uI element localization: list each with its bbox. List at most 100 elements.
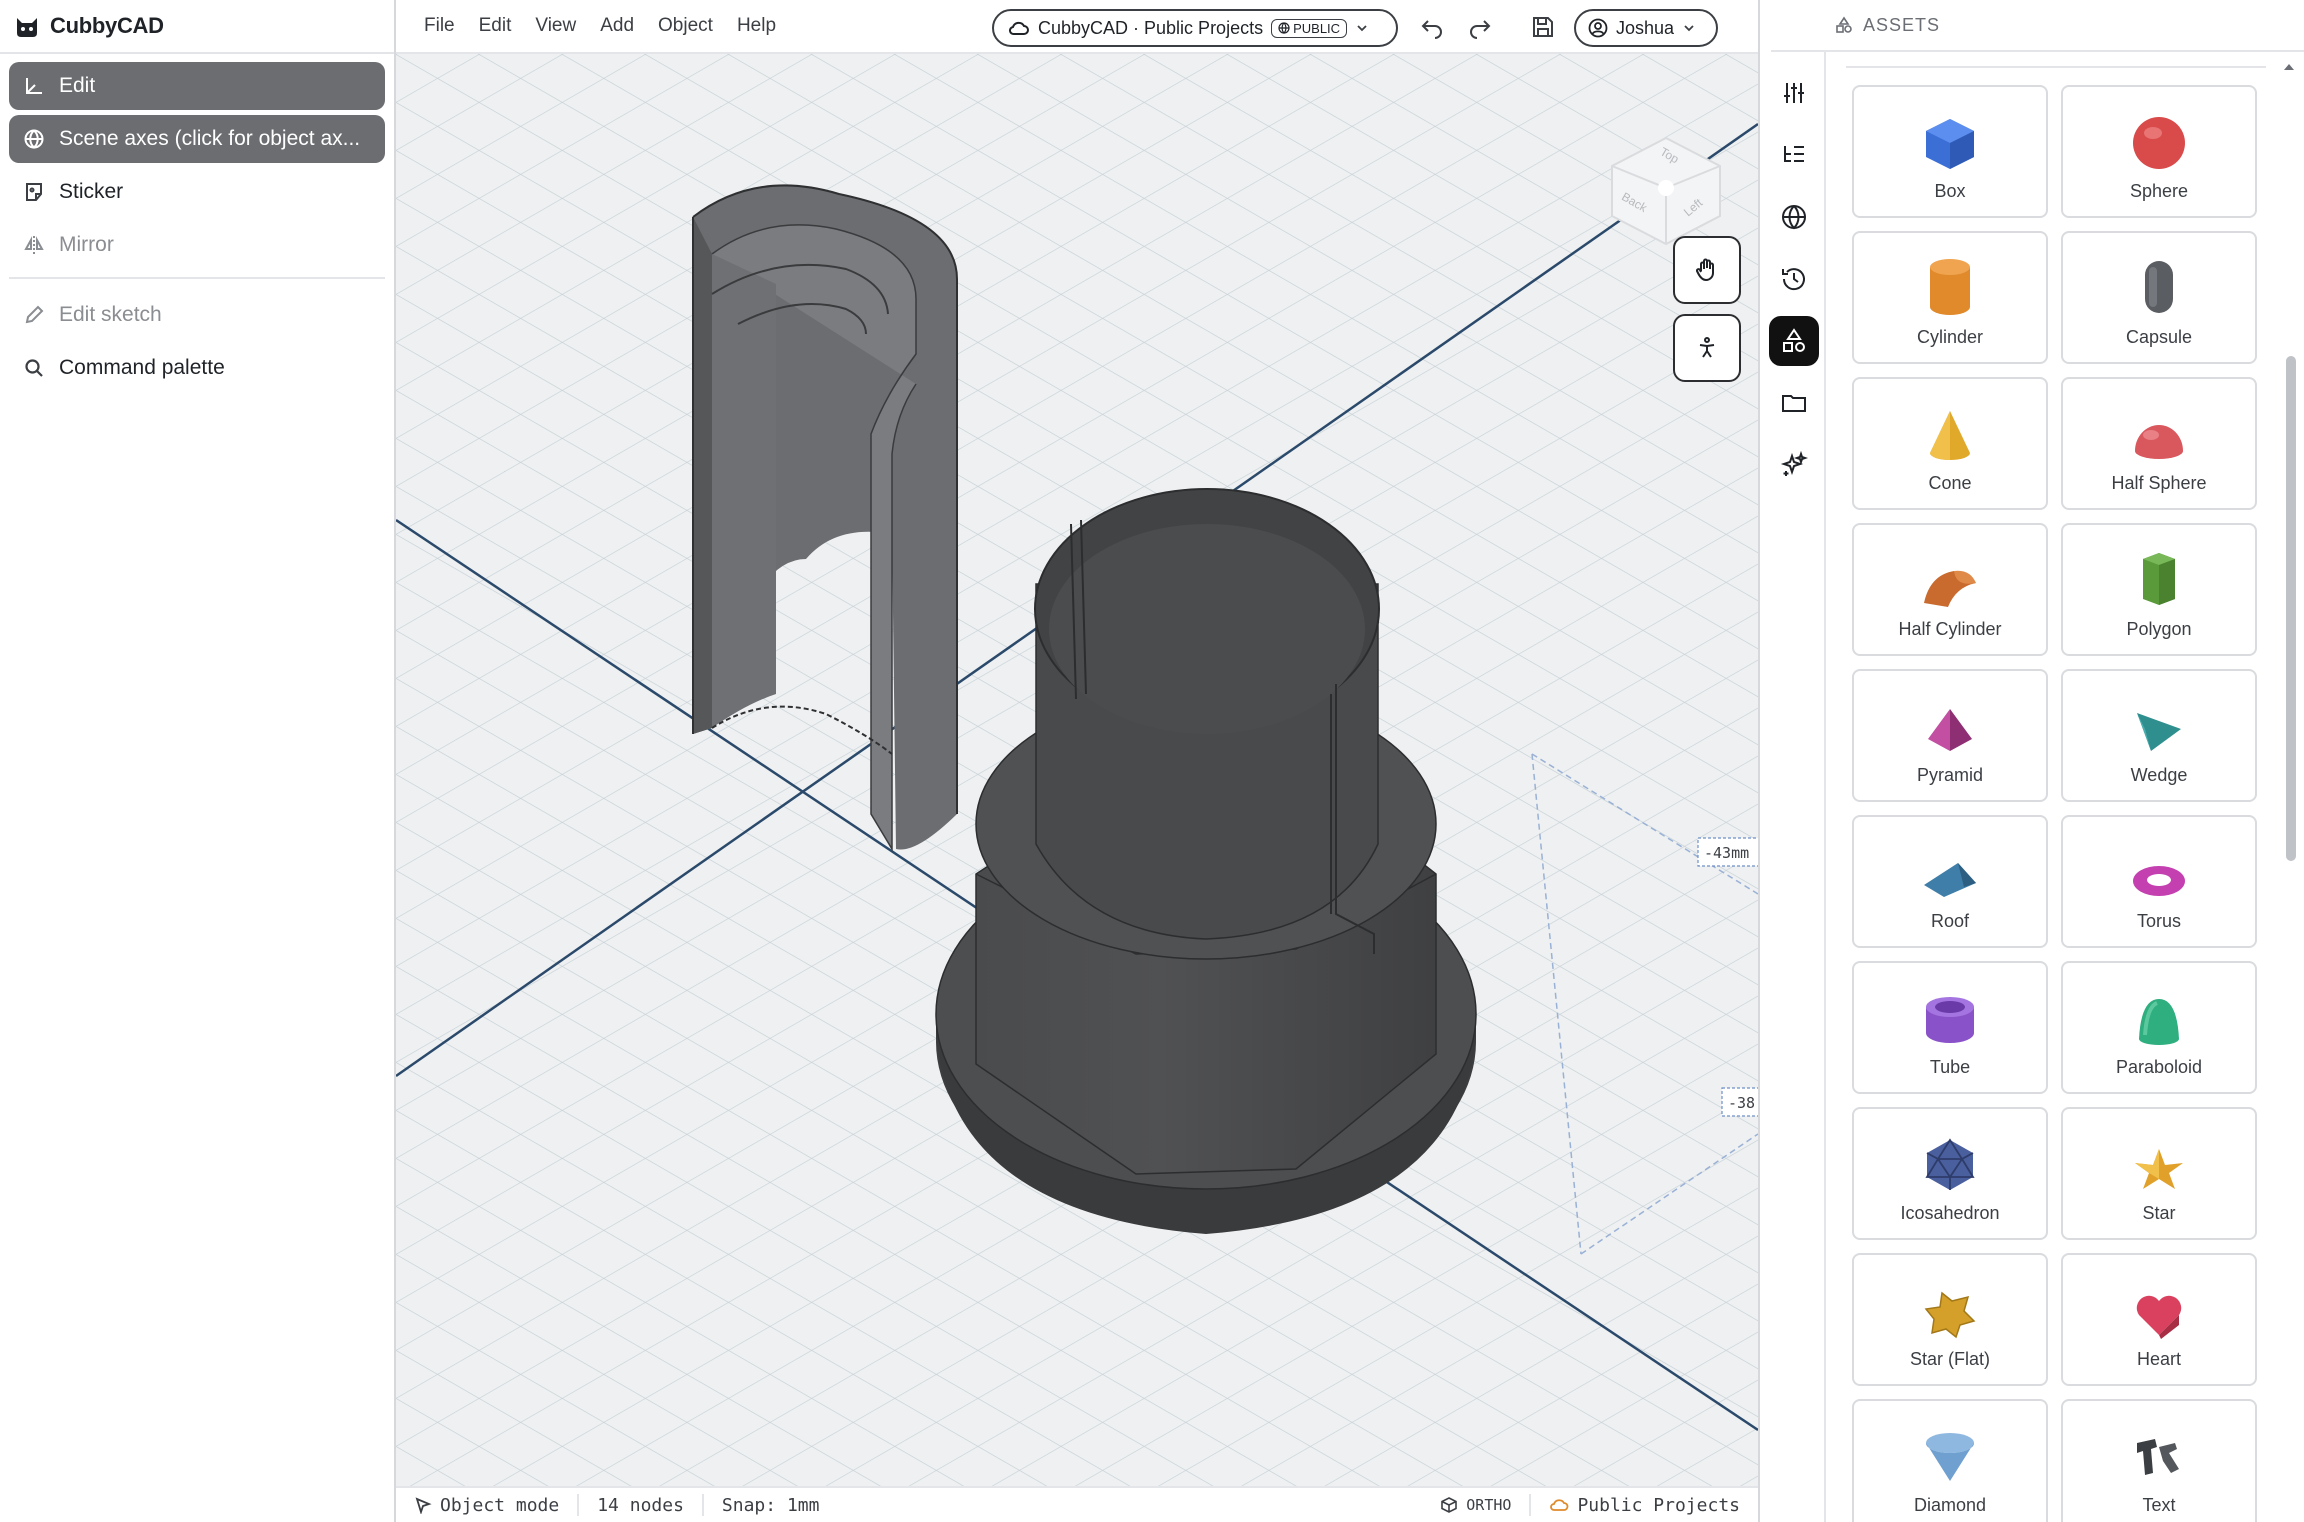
asset-label: Half Cylinder — [1898, 619, 2002, 639]
projection-indicator[interactable]: ORTHO — [1422, 1494, 1529, 1516]
tube-icon — [1926, 997, 1974, 1043]
asset-diamond[interactable]: Diamond — [1852, 1399, 2048, 1522]
snap-label: Snap: 1mm — [721, 1494, 820, 1516]
asset-text[interactable]: Text — [2061, 1399, 2257, 1522]
roof-icon — [1924, 863, 1976, 897]
cursor-icon — [415, 1497, 432, 1514]
rail-environment[interactable] — [1769, 192, 1819, 242]
visibility-badge: PUBLIC — [1271, 18, 1348, 38]
asset-pyramid[interactable]: Pyramid — [1852, 669, 2048, 802]
asset-wedge[interactable]: Wedge — [2061, 669, 2257, 802]
save-icon[interactable] — [1530, 14, 1556, 40]
assets-header: ASSETS — [1771, 0, 2304, 52]
snap-indicator[interactable]: Snap: 1mm — [704, 1494, 838, 1516]
menu-item-label: Sticker — [59, 180, 124, 203]
shapes-icon — [1783, 328, 1805, 352]
shapes-icon — [1836, 16, 1852, 33]
asset-sphere[interactable]: Sphere — [2061, 85, 2257, 218]
status-bar: Object mode 14 nodes Snap: 1mm ORTHO Pub… — [396, 1486, 1758, 1522]
walk-tool-button[interactable] — [1673, 314, 1741, 382]
capsule-icon — [2145, 261, 2173, 313]
scroll-up-arrow-icon[interactable] — [2282, 62, 2296, 72]
asset-label: Capsule — [2125, 327, 2193, 347]
menu-help[interactable]: Help — [725, 15, 788, 37]
menu-item-edit-sketch[interactable]: Edit sketch — [9, 291, 385, 339]
mirror-icon — [24, 236, 44, 254]
rail-ai[interactable] — [1769, 440, 1819, 490]
redo-icon[interactable] — [1466, 14, 1492, 40]
scene-canvas[interactable]: -43mm -38 Top Back Left — [396, 54, 1758, 1486]
user-circle-icon — [1588, 18, 1608, 38]
asset-roof[interactable]: Roof — [1852, 815, 2048, 948]
menu-divider — [9, 277, 385, 279]
sliders-icon — [1784, 83, 1804, 103]
asset-cylinder[interactable]: Cylinder — [1852, 231, 2048, 364]
asset-half-sphere[interactable]: Half Sphere — [2061, 377, 2257, 510]
asset-heart[interactable]: Heart — [2061, 1253, 2257, 1386]
rail-files[interactable] — [1769, 378, 1819, 428]
menu-item-sticker[interactable]: Sticker — [9, 168, 385, 216]
asset-label: Half Sphere — [2111, 473, 2207, 493]
asset-torus[interactable]: Torus — [2061, 815, 2257, 948]
rail-history[interactable] — [1769, 254, 1819, 304]
menu-edit[interactable]: Edit — [467, 15, 524, 37]
asset-paraboloid[interactable]: Paraboloid — [2061, 961, 2257, 1094]
box-icon — [1926, 119, 1974, 169]
pyramid-icon — [1928, 709, 1972, 751]
menu-item-mirror[interactable]: Mirror — [9, 221, 385, 269]
chevron-down-icon — [1357, 25, 1367, 32]
sparkles-icon — [1780, 451, 1808, 476]
cloud-icon — [1009, 21, 1029, 35]
menu-object[interactable]: Object — [646, 15, 725, 37]
top-bar: File Edit View Add Object Help CubbyCAD … — [396, 0, 1758, 54]
menu-file[interactable]: File — [412, 15, 467, 37]
menu-item-label: Edit — [59, 74, 96, 97]
asset-box[interactable]: Box — [1852, 85, 2048, 218]
user-name: Joshua — [1616, 17, 1675, 38]
mode-label: Object mode — [440, 1494, 560, 1516]
heart-icon — [2136, 1295, 2182, 1339]
asset-label: Roof — [1930, 911, 1970, 931]
undo-icon[interactable] — [1420, 14, 1446, 40]
icosahedron-icon — [1925, 1138, 1975, 1190]
project-indicator[interactable]: Public Projects — [1529, 1494, 1758, 1516]
menu-add[interactable]: Add — [588, 15, 646, 37]
asset-label: Tube — [1929, 1057, 1971, 1077]
torus-icon — [2133, 866, 2185, 896]
pencil-icon — [25, 305, 44, 324]
asset-tube[interactable]: Tube — [1852, 961, 2048, 1094]
left-panel: CubbyCAD Edit Scene axes (click for obje… — [0, 0, 396, 1522]
globe-icon — [1782, 205, 1806, 230]
asset-label: Star — [2142, 1203, 2176, 1223]
asset-cone[interactable]: Cone — [1852, 377, 2048, 510]
projection-label: ORTHO — [1466, 1496, 1512, 1514]
list-tree-icon — [1784, 146, 1804, 162]
hand-icon — [1696, 258, 1714, 282]
chevron-down-icon — [1684, 25, 1694, 32]
project-label: Public Projects — [1577, 1494, 1740, 1516]
rail-assets[interactable] — [1769, 316, 1819, 366]
menu-item-scene-axes[interactable]: Scene axes (click for object ax... — [9, 115, 385, 163]
rail-outline[interactable] — [1769, 130, 1819, 180]
menu-item-edit[interactable]: Edit — [9, 62, 385, 110]
asset-label: Star (Flat) — [1909, 1349, 1990, 1369]
brand: CubbyCAD — [0, 0, 394, 54]
menu-view[interactable]: View — [523, 15, 588, 37]
user-menu[interactable]: Joshua — [1574, 9, 1718, 47]
asset-icosahedron[interactable]: Icosahedron — [1852, 1107, 2048, 1240]
wedge-icon — [2137, 713, 2181, 751]
globe-icon — [24, 129, 44, 149]
half-cylinder-icon — [1924, 570, 1976, 607]
asset-polygon[interactable]: Polygon — [2061, 523, 2257, 656]
3d-viewport[interactable]: -43mm -38 Top Back Left — [396, 54, 1758, 1486]
menu-item-command-palette[interactable]: Command palette — [9, 344, 385, 392]
asset-capsule[interactable]: Capsule — [2061, 231, 2257, 364]
assets-scrollbar[interactable] — [2286, 356, 2296, 861]
asset-half-cylinder[interactable]: Half Cylinder — [1852, 523, 2048, 656]
project-selector[interactable]: CubbyCAD · Public Projects PUBLIC — [992, 9, 1398, 47]
star-flat-icon — [1924, 1291, 1976, 1339]
asset-star[interactable]: Star — [2061, 1107, 2257, 1240]
pan-tool-button[interactable] — [1673, 236, 1741, 304]
rail-properties[interactable] — [1769, 68, 1819, 118]
asset-star-flat[interactable]: Star (Flat) — [1852, 1253, 2048, 1386]
